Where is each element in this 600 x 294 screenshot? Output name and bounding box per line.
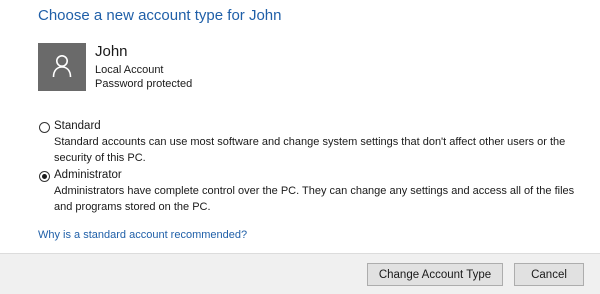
account-password-status: Password protected <box>95 78 193 90</box>
administrator-option-label[interactable]: Administrator <box>54 169 122 181</box>
standard-option-label[interactable]: Standard <box>54 120 101 132</box>
avatar <box>38 43 86 91</box>
standard-option-description: Standard accounts can use most software … <box>54 136 566 164</box>
standard-account-help-link[interactable]: Why is a standard account recommended? <box>38 229 247 241</box>
standard-radio[interactable] <box>39 122 50 133</box>
account-name: John <box>95 43 128 60</box>
account-type-label: Local Account <box>95 64 164 76</box>
radio-selected-dot <box>42 174 47 179</box>
dialog-footer: Change Account Type Cancel <box>0 253 600 294</box>
change-account-type-button[interactable]: Change Account Type <box>367 263 503 286</box>
administrator-radio[interactable] <box>39 171 50 182</box>
page-title: Choose a new account type for John <box>38 7 282 24</box>
user-silhouette-icon <box>52 55 72 78</box>
administrator-option-description: Administrators have complete control ove… <box>54 185 575 213</box>
cancel-button[interactable]: Cancel <box>514 263 584 286</box>
